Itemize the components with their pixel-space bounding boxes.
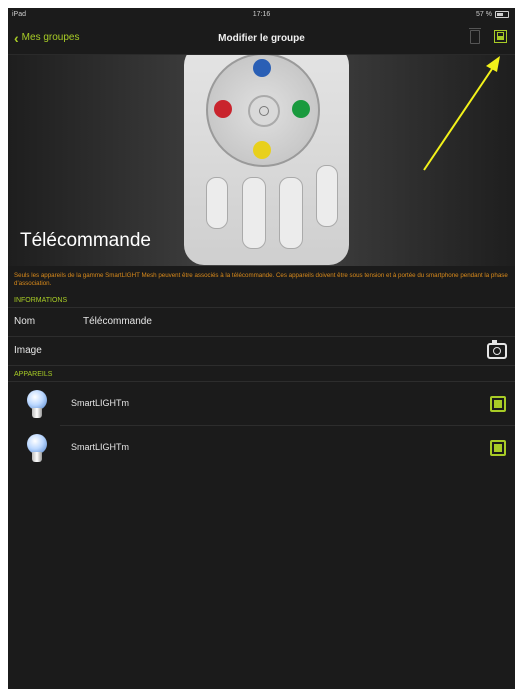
trash-icon[interactable] bbox=[469, 28, 481, 44]
name-value[interactable]: Télécommande bbox=[83, 316, 152, 327]
remote-rotate-button bbox=[242, 177, 266, 249]
checkbox-icon[interactable] bbox=[490, 396, 506, 412]
list-item[interactable]: SmartLIGHTm bbox=[8, 426, 515, 470]
app-screen: iPad 17:16 57 % ‹ Mes groupes Modifier l… bbox=[8, 8, 515, 689]
association-notice: Seuls les appareils de la gamme SmartLIG… bbox=[14, 272, 508, 287]
red-dot bbox=[214, 100, 232, 118]
clock: 17:16 bbox=[252, 11, 271, 18]
remote-brightness-up bbox=[206, 177, 228, 229]
list-item[interactable]: SmartLIGHTm bbox=[8, 382, 515, 426]
blue-dot bbox=[253, 59, 271, 77]
page-title: Modifier le groupe bbox=[218, 33, 305, 44]
nav-actions bbox=[469, 28, 507, 44]
bulb-glass bbox=[27, 434, 47, 454]
navigation-bar: ‹ Mes groupes Modifier le groupe bbox=[8, 24, 515, 55]
save-icon[interactable] bbox=[494, 30, 507, 43]
status-bar: iPad 17:16 57 % bbox=[8, 8, 515, 24]
bulb-glass bbox=[27, 390, 47, 410]
yellow-dot bbox=[253, 141, 271, 159]
center-button bbox=[248, 95, 280, 127]
name-label: Nom bbox=[14, 316, 36, 327]
remote-color-wheel bbox=[206, 55, 320, 167]
device-name: SmartLIGHTm bbox=[71, 398, 130, 408]
bulb-icon bbox=[24, 390, 50, 420]
status-indicators: 57 % bbox=[476, 11, 509, 18]
section-header-informations: INFORMATIONS bbox=[8, 292, 515, 308]
bulb-icon bbox=[24, 434, 50, 464]
battery-icon bbox=[495, 11, 509, 18]
remote-heart-button bbox=[279, 177, 303, 249]
bulb-base bbox=[32, 452, 42, 462]
name-row[interactable]: Nom Télécommande bbox=[8, 308, 515, 337]
image-label: Image bbox=[14, 345, 42, 356]
battery-percent: 57 % bbox=[476, 11, 492, 18]
remote-control-picture bbox=[184, 55, 349, 265]
checkbox-icon[interactable] bbox=[490, 440, 506, 456]
camera-icon[interactable] bbox=[487, 340, 507, 359]
image-row[interactable]: Image bbox=[8, 337, 515, 366]
green-dot bbox=[292, 100, 310, 118]
bulb-base bbox=[32, 408, 42, 418]
section-header-appareils: APPAREILS bbox=[8, 366, 515, 382]
hero-title: Télécommande bbox=[20, 230, 151, 251]
remote-dim-button bbox=[316, 165, 338, 227]
group-image: Télécommande bbox=[8, 55, 515, 266]
device-name: SmartLIGHTm bbox=[71, 442, 130, 452]
